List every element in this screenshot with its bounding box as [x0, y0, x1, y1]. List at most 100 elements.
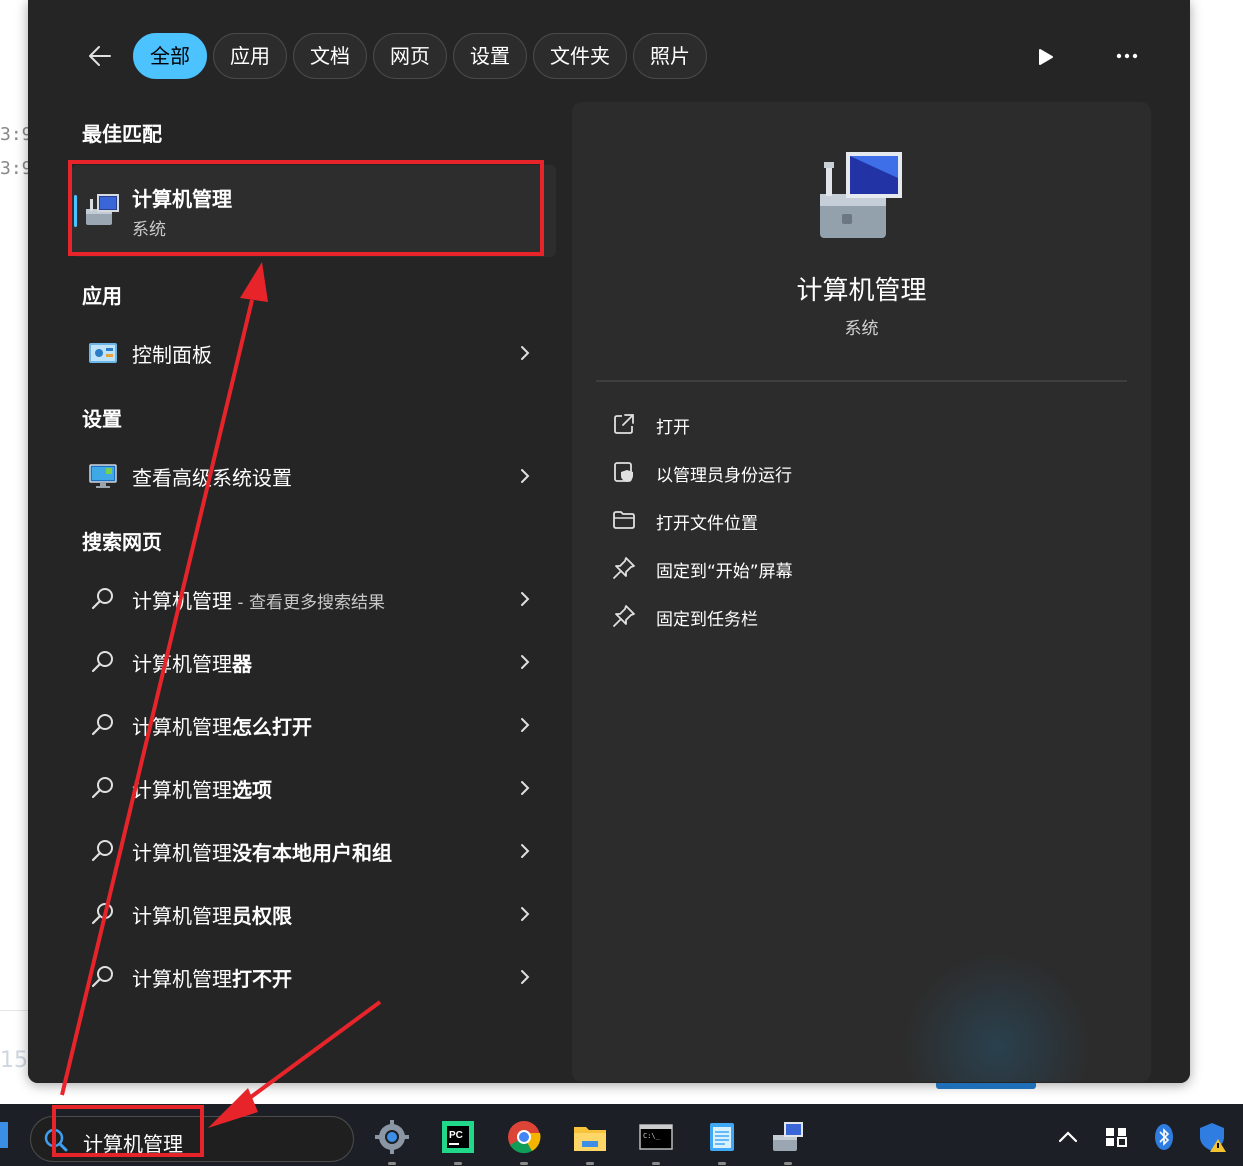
web-result-bold: 怎么打开	[232, 715, 312, 739]
search-icon	[91, 651, 113, 673]
chevron-right-icon	[521, 844, 530, 858]
svg-text:C:\_: C:\_	[643, 1132, 661, 1140]
running-indicator	[784, 1162, 792, 1165]
back-arrow-icon[interactable]	[86, 42, 114, 70]
chevron-right-icon	[521, 469, 530, 483]
web-result-item[interactable]: 计算机管理没有本地用户和组	[72, 823, 556, 879]
running-indicator	[388, 1162, 396, 1165]
web-result-prefix: 计算机管理	[132, 715, 232, 739]
web-result-label: 计算机管理没有本地用户和组	[132, 837, 392, 866]
annotation-highlight-best-match	[68, 160, 544, 256]
search-icon	[91, 840, 113, 862]
web-result-prefix: 计算机管理	[132, 652, 232, 676]
chevron-right-icon	[521, 592, 530, 606]
detail-subtitle: 系统	[844, 319, 879, 339]
app-item-control-panel[interactable]: 控制面板	[72, 325, 556, 381]
web-result-prefix: 计算机管理	[132, 904, 232, 928]
web-result-label: 计算机管理 - 查看更多搜索结果	[132, 585, 385, 614]
running-indicator	[652, 1162, 660, 1165]
web-result-label: 计算机管理选项	[132, 774, 272, 803]
web-result-label: 计算机管理器	[132, 648, 252, 677]
pin-icon	[613, 557, 635, 579]
web-result-hint: - 查看更多搜索结果	[232, 593, 385, 613]
web-result-item[interactable]: 计算机管理选项	[72, 760, 556, 816]
search-icon	[91, 966, 113, 988]
shield-admin-icon	[614, 462, 633, 482]
pycharm-icon[interactable]: PC	[440, 1119, 476, 1155]
background-number: 15	[0, 1048, 28, 1073]
web-result-bold: 没有本地用户和组	[232, 841, 392, 865]
annotation-highlight-search-box	[52, 1105, 204, 1157]
detail-title: 计算机管理	[796, 276, 927, 306]
chevron-right-icon	[521, 907, 530, 921]
bluetooth-icon[interactable]	[1146, 1119, 1182, 1155]
filter-chip-photos[interactable]: 照片	[633, 33, 707, 79]
web-result-bold: 选项	[232, 778, 272, 802]
filter-chip-documents[interactable]: 文档	[293, 33, 367, 79]
window-peek-bar	[936, 1083, 1036, 1089]
settings-item-advanced-system[interactable]: 查看高级系统设置	[72, 448, 556, 504]
settings-item-label: 查看高级系统设置	[132, 466, 292, 490]
filter-chips: 全部 应用 文档 网页 设置 文件夹 照片	[133, 33, 713, 79]
chevron-right-icon	[521, 346, 530, 360]
chevron-right-icon	[521, 781, 530, 795]
filter-chip-folders[interactable]: 文件夹	[533, 33, 627, 79]
play-icon[interactable]	[1038, 48, 1054, 66]
background-divider	[0, 1010, 30, 1011]
system-settings-icon	[89, 464, 117, 488]
action-label: 打开	[656, 418, 690, 438]
app-item-label: 控制面板	[132, 343, 212, 367]
pin-icon	[613, 605, 635, 627]
file-explorer-icon[interactable]	[572, 1119, 608, 1155]
computer-management-large-icon	[820, 152, 902, 238]
detail-pane: 计算机管理 系统 打开 以管理员身份运行 打开文件位置 固定到“开始”屏幕 固定…	[572, 102, 1151, 1082]
search-icon	[91, 714, 113, 736]
chevron-right-icon	[521, 970, 530, 984]
web-result-item[interactable]: 计算机管理器	[72, 634, 556, 690]
web-result-prefix: 计算机管理	[132, 841, 232, 865]
chrome-icon[interactable]	[506, 1119, 542, 1155]
decorative-glow	[902, 952, 1092, 1082]
filter-chip-settings[interactable]: 设置	[453, 33, 527, 79]
web-result-item[interactable]: 计算机管理怎么打开	[72, 697, 556, 753]
section-title-web: 搜索网页	[82, 530, 162, 554]
search-icon	[91, 777, 113, 799]
running-indicator	[454, 1162, 462, 1165]
web-result-bold: 打不开	[232, 967, 292, 991]
action-label: 打开文件位置	[656, 514, 758, 534]
detail-divider	[596, 380, 1127, 382]
running-indicator	[586, 1162, 594, 1165]
web-result-bold: 员权限	[232, 904, 292, 928]
control-panel-icon	[89, 343, 117, 363]
action-label: 固定到任务栏	[656, 610, 758, 630]
web-result-prefix: 计算机管理	[132, 967, 232, 991]
filter-chip-web[interactable]: 网页	[373, 33, 447, 79]
web-result-item[interactable]: 计算机管理打不开	[72, 949, 556, 1005]
section-title-best-match: 最佳匹配	[82, 122, 162, 146]
web-result-item[interactable]: 计算机管理员权限	[72, 886, 556, 942]
open-external-icon	[614, 414, 634, 434]
chevron-up-icon[interactable]	[1050, 1119, 1086, 1155]
computer-management-icon[interactable]	[770, 1119, 806, 1155]
action-label: 以管理员身份运行	[656, 466, 792, 486]
notepad-icon[interactable]	[704, 1119, 740, 1155]
running-indicator	[520, 1162, 528, 1165]
terminal-icon[interactable]: C:\_	[638, 1119, 674, 1155]
filter-chip-all[interactable]: 全部	[133, 33, 207, 79]
web-result-item[interactable]: 计算机管理 - 查看更多搜索结果	[72, 571, 556, 627]
more-options-icon[interactable]	[1115, 50, 1139, 62]
running-indicator	[718, 1162, 726, 1165]
chevron-right-icon	[521, 718, 530, 732]
taskview-icon[interactable]	[1098, 1119, 1134, 1155]
folder-icon	[613, 511, 635, 529]
web-result-prefix: 计算机管理	[132, 589, 232, 613]
filter-chip-apps[interactable]: 应用	[213, 33, 287, 79]
start-button-edge[interactable]	[0, 1122, 8, 1148]
search-icon	[91, 903, 113, 925]
chevron-right-icon	[521, 655, 530, 669]
section-title-apps: 应用	[82, 284, 122, 308]
web-result-label: 计算机管理打不开	[132, 963, 292, 992]
section-title-settings: 设置	[82, 407, 122, 431]
settings-gear-icon[interactable]	[374, 1119, 410, 1155]
security-warning-icon[interactable]	[1194, 1119, 1230, 1155]
